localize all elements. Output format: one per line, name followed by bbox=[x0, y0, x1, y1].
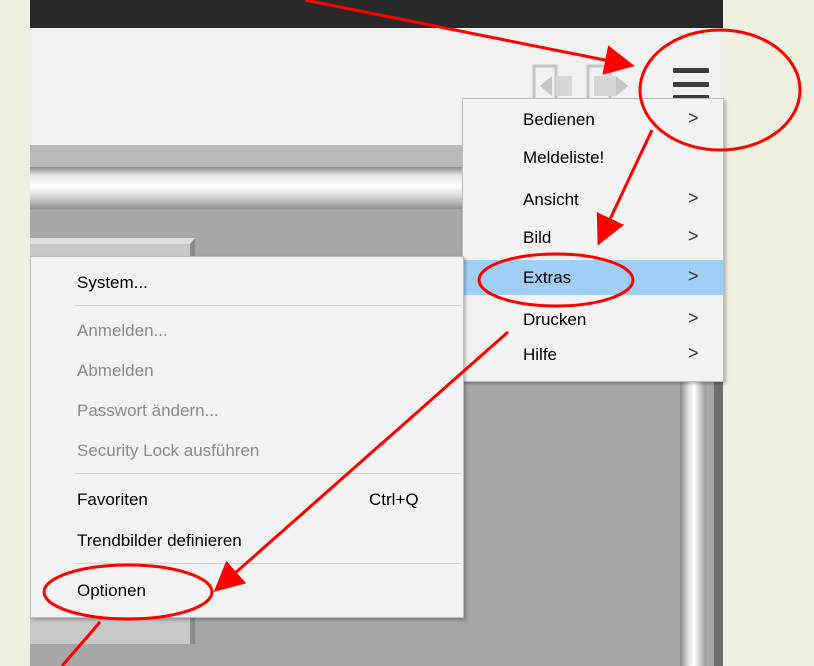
annotation-arrow bbox=[213, 330, 509, 592]
app: Bedienen > Meldeliste! Ansicht > Bild > … bbox=[0, 0, 814, 666]
highlight-circle bbox=[42, 563, 214, 621]
highlight-circle bbox=[477, 252, 635, 308]
annotation-arrow bbox=[60, 621, 102, 666]
annotation-overlay bbox=[42, 0, 802, 666]
highlight-circle bbox=[638, 28, 802, 152]
annotation-arrow bbox=[304, 0, 635, 75]
annotation-arrow bbox=[596, 129, 654, 246]
